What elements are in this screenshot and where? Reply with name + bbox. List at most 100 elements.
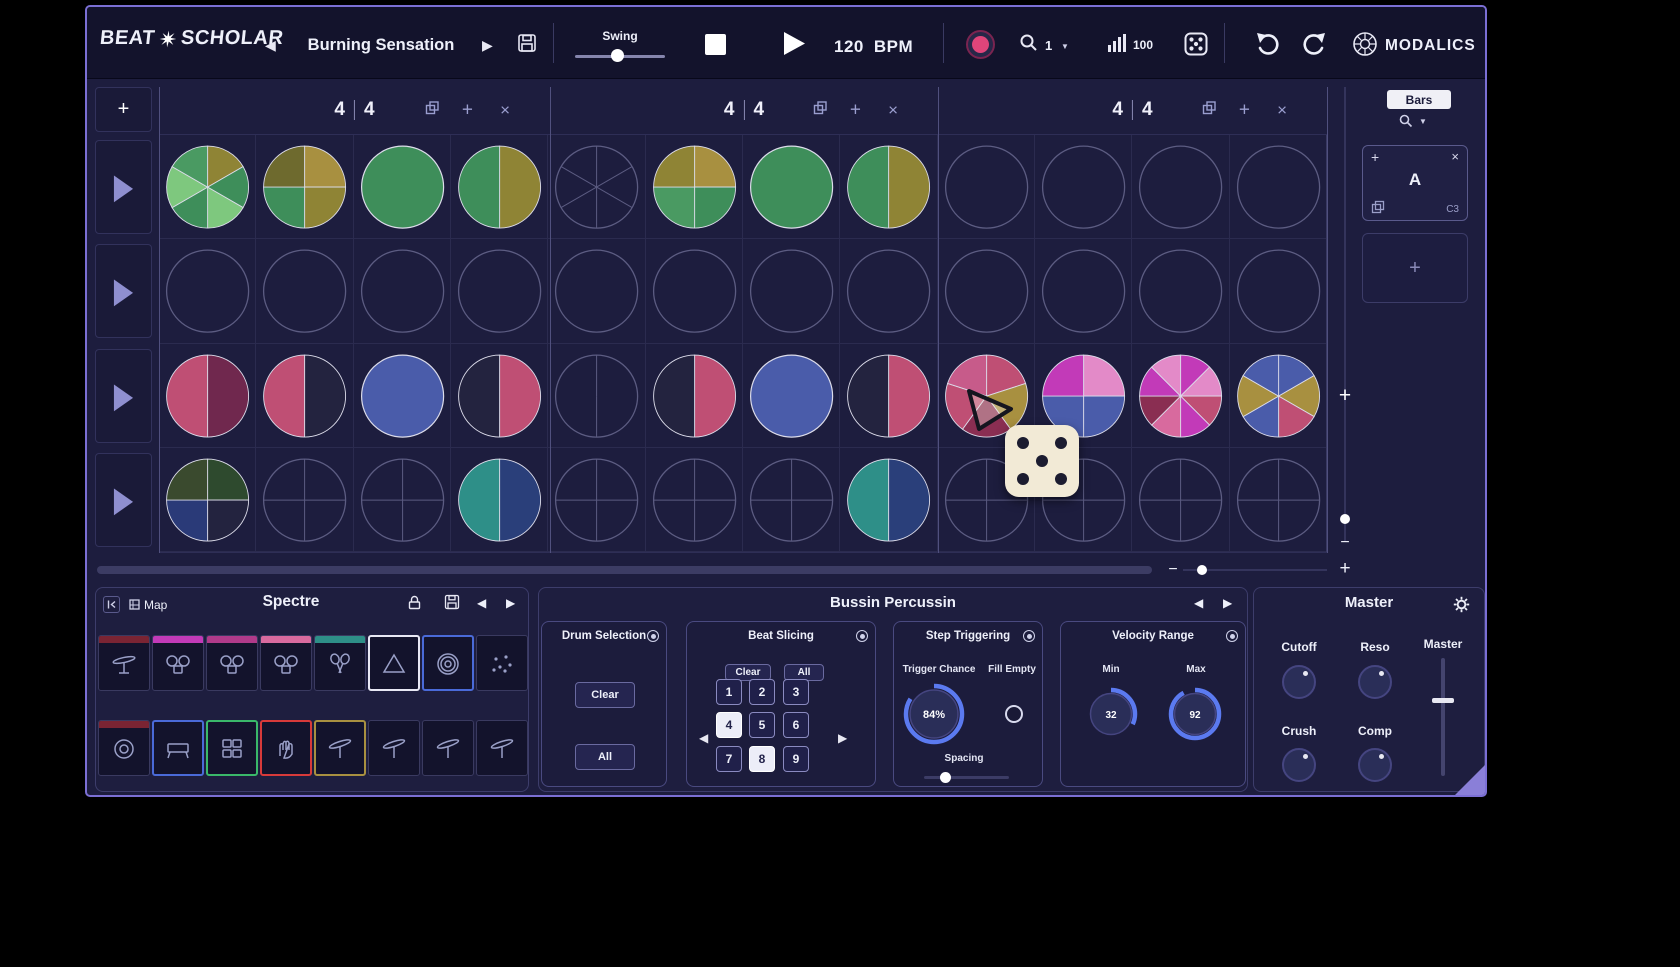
collapse-panel-button[interactable] (103, 596, 120, 613)
quantize-bars-icon[interactable] (1106, 32, 1128, 54)
instrument-tile-cymbal[interactable] (314, 720, 366, 776)
instrument-tile-spiral[interactable] (422, 635, 474, 691)
redo-icon[interactable] (1301, 31, 1327, 57)
play-button[interactable] (782, 30, 806, 57)
beat-cell[interactable] (451, 344, 548, 448)
next-kit-button[interactable]: ▶ (506, 596, 515, 610)
beat-cell[interactable] (256, 344, 353, 448)
beat-cell[interactable] (354, 344, 451, 448)
save-icon[interactable] (517, 33, 537, 53)
bars-mode-button[interactable]: Bars (1387, 90, 1451, 109)
beat-cell[interactable] (159, 239, 256, 343)
add-bar-button[interactable]: + (1239, 100, 1250, 119)
remove-bar-button[interactable]: × (888, 101, 898, 118)
beat-cell[interactable] (548, 239, 645, 343)
instrument-tile-triangle[interactable] (368, 635, 420, 691)
vertical-zoom-handle[interactable] (1340, 514, 1350, 524)
spacing-slider-handle[interactable] (940, 772, 951, 783)
beat-cell[interactable] (1132, 344, 1229, 448)
beat-cell[interactable] (159, 344, 256, 448)
prev-kit-button[interactable]: ◀ (477, 596, 486, 610)
slice-number-4[interactable]: 4 (716, 712, 742, 738)
slice-next-button[interactable]: ▶ (838, 731, 847, 745)
prev-song-button[interactable]: ◀ (265, 37, 276, 54)
beat-cell[interactable] (743, 448, 840, 552)
beat-cell[interactable] (256, 135, 353, 239)
beat-cell[interactable] (451, 239, 548, 343)
drum-selection-radio[interactable] (647, 630, 659, 642)
slice-number-3[interactable]: 3 (783, 679, 809, 705)
cutoff-knob[interactable] (1282, 665, 1316, 699)
horizontal-scrollbar[interactable] (97, 566, 1152, 574)
beat-cell[interactable] (1230, 448, 1327, 552)
reso-knob[interactable] (1358, 665, 1392, 699)
time-sig-denominator[interactable]: 4 (1142, 99, 1153, 121)
beat-cell[interactable] (646, 448, 743, 552)
slice-number-9[interactable]: 9 (783, 746, 809, 772)
bars-dropdown-icon[interactable]: ▼ (1419, 117, 1427, 126)
remove-bar-button[interactable]: × (1277, 101, 1287, 118)
save-kit-icon[interactable] (444, 594, 460, 610)
slice-number-7[interactable]: 7 (716, 746, 742, 772)
beat-cell[interactable] (840, 448, 937, 552)
drum-all-button[interactable]: All (575, 744, 635, 770)
time-sig-numerator[interactable]: 4 (334, 99, 345, 121)
beat-cell[interactable] (1230, 239, 1327, 343)
beat-cell[interactable] (840, 135, 937, 239)
record-button[interactable] (966, 30, 995, 59)
beat-cell[interactable] (548, 135, 645, 239)
beat-cell[interactable] (646, 135, 743, 239)
beat-cell[interactable] (451, 135, 548, 239)
beat-cell[interactable] (743, 239, 840, 343)
slice-number-6[interactable]: 6 (783, 712, 809, 738)
beat-cell[interactable] (1035, 135, 1132, 239)
stop-button[interactable] (705, 34, 726, 55)
slice-number-8[interactable]: 8 (749, 746, 775, 772)
beat-cell[interactable] (840, 344, 937, 448)
instrument-tile-cymbal[interactable] (476, 720, 528, 776)
pattern-copy-icon[interactable] (1371, 200, 1385, 214)
bars-zoom-control[interactable]: ▼ (1399, 114, 1427, 128)
horizontal-zoom-out-button[interactable]: − (1166, 561, 1180, 579)
song-title[interactable]: Burning Sensation (285, 36, 477, 55)
slice-prev-button[interactable]: ◀ (699, 731, 708, 745)
beat-cell[interactable] (1035, 239, 1132, 343)
bpm-value[interactable]: 120 (834, 37, 864, 57)
instrument-tile-drumkit[interactable] (152, 635, 204, 691)
swing-slider-handle[interactable] (611, 49, 624, 62)
spacing-slider[interactable] (924, 776, 1009, 779)
velocity-range-radio[interactable] (1226, 630, 1238, 642)
quantize-value[interactable]: 100 (1133, 38, 1153, 52)
trigger-chance-knob[interactable]: 84% (902, 682, 966, 746)
bpm-display[interactable]: 120 BPM (834, 37, 913, 57)
master-volume-slider[interactable] (1441, 658, 1445, 776)
row-play-button[interactable]: ▶ (95, 244, 152, 338)
beat-cell[interactable] (159, 135, 256, 239)
comp-knob[interactable] (1358, 748, 1392, 782)
slice-number-1[interactable]: 1 (716, 679, 742, 705)
beat-cell[interactable] (354, 239, 451, 343)
zoom-in-button[interactable]: + (1337, 558, 1353, 580)
add-bar-button[interactable]: + (462, 100, 473, 119)
zoom-dropdown-icon[interactable]: ▼ (1061, 42, 1069, 51)
beat-cell[interactable] (256, 239, 353, 343)
instrument-tile-stars[interactable] (476, 635, 528, 691)
dice-icon[interactable] (1184, 32, 1208, 56)
instrument-tile-drumkit[interactable] (206, 635, 258, 691)
beat-cell[interactable] (354, 135, 451, 239)
beat-cell[interactable] (1132, 448, 1229, 552)
row-play-button[interactable]: ▶ (95, 349, 152, 443)
beat-cell[interactable] (1132, 135, 1229, 239)
lock-icon[interactable] (407, 595, 422, 610)
beat-cell[interactable] (840, 239, 937, 343)
beat-cell[interactable] (938, 135, 1035, 239)
crush-knob[interactable] (1282, 748, 1316, 782)
instrument-tile-maracas[interactable] (314, 635, 366, 691)
beat-cell[interactable] (646, 344, 743, 448)
remove-bar-button[interactable]: × (500, 101, 510, 118)
pattern-add-icon[interactable]: + (1371, 149, 1379, 165)
beat-cell[interactable] (646, 239, 743, 343)
beat-cell[interactable] (354, 448, 451, 552)
instrument-tile-cymbal[interactable] (368, 720, 420, 776)
beat-cell[interactable] (256, 448, 353, 552)
